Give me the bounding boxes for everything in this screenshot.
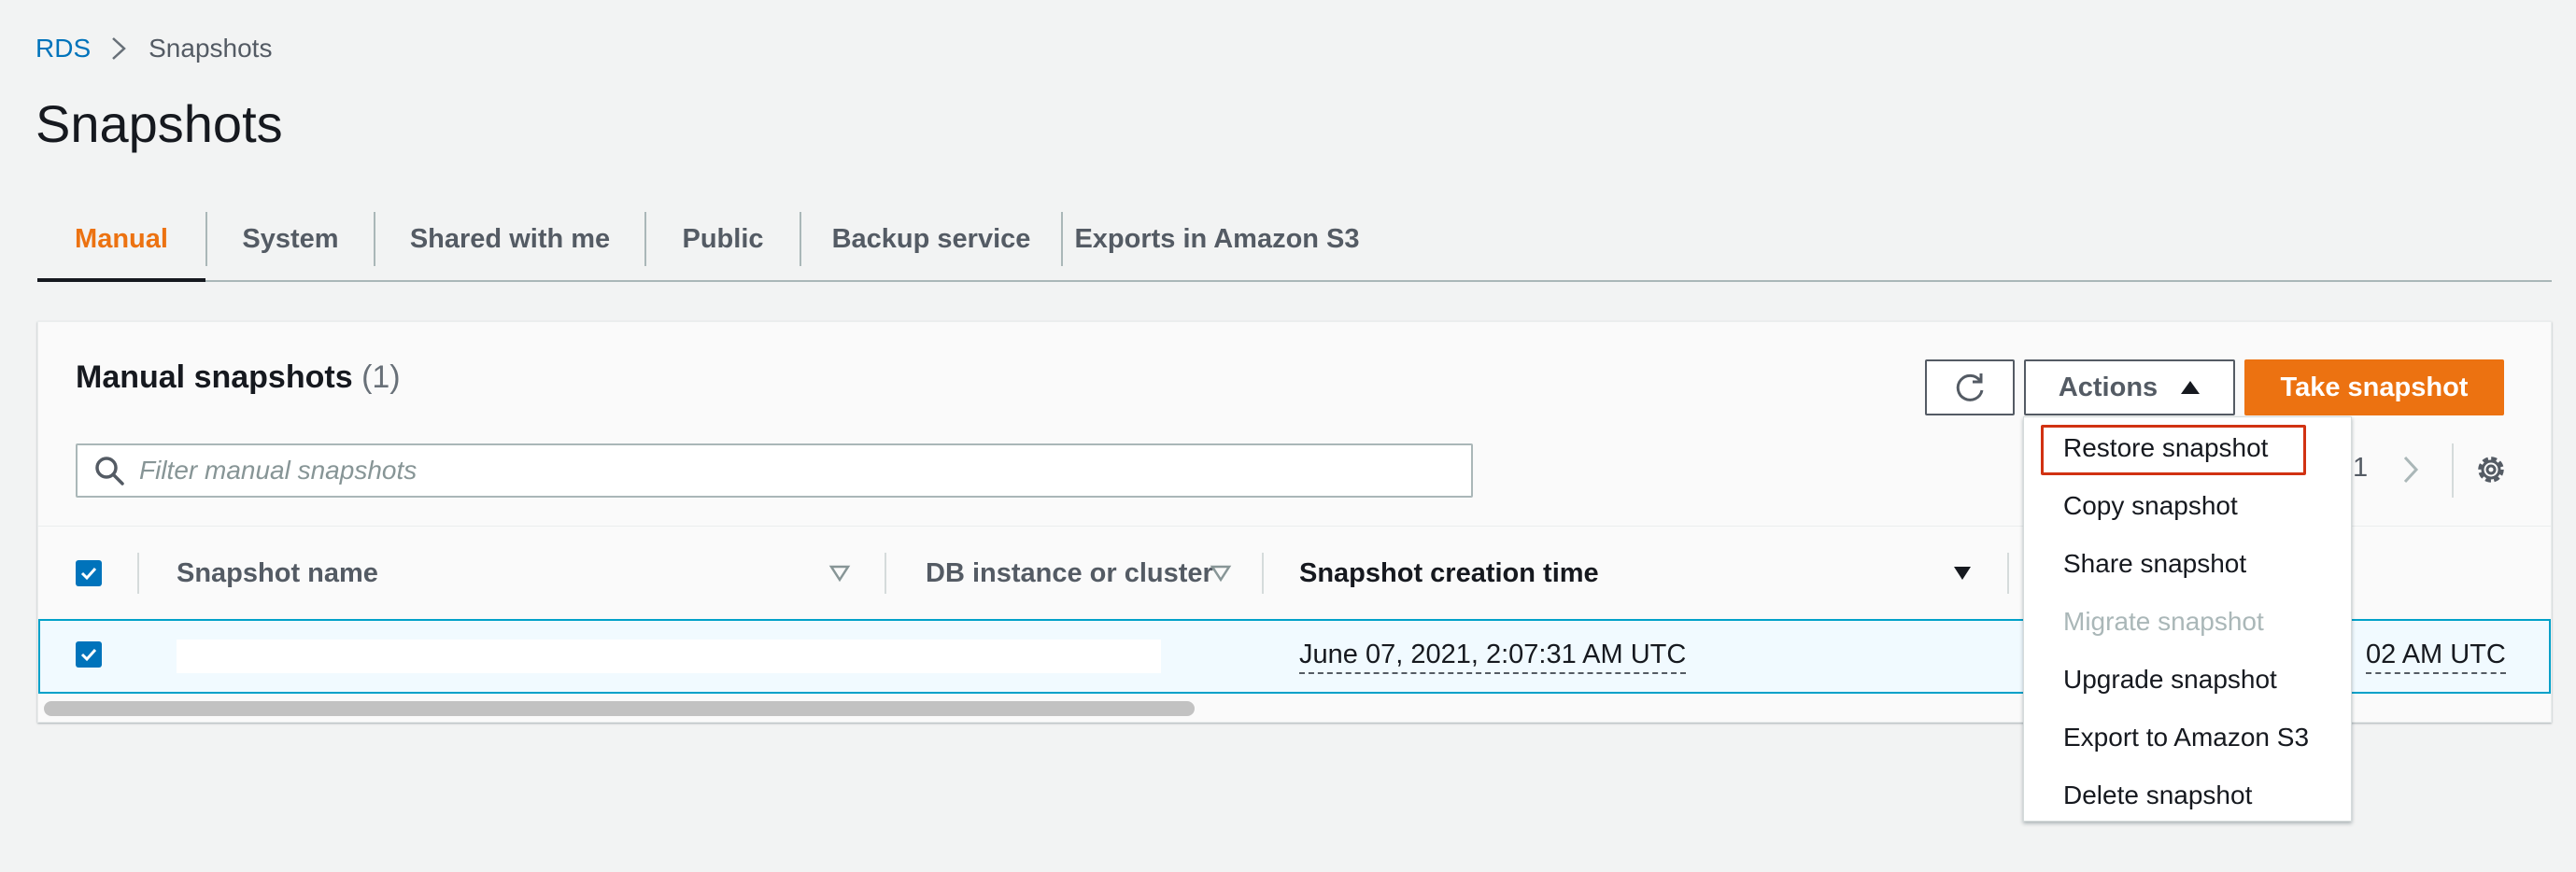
- column-divider: [137, 553, 139, 594]
- chevron-right-icon: [2403, 456, 2419, 484]
- column-divider: [885, 553, 886, 594]
- tab-system[interactable]: System: [207, 198, 374, 280]
- menu-item-label: Share snapshot: [2063, 549, 2247, 578]
- tab-public[interactable]: Public: [646, 198, 800, 280]
- menu-item-export-to-amazon-s3[interactable]: Export to Amazon S3: [2024, 709, 2351, 767]
- page-number[interactable]: 1: [2353, 453, 2368, 484]
- actions-button-label: Actions: [2058, 372, 2158, 402]
- actions-dropdown-menu: Restore snapshot Copy snapshot Share sna…: [2023, 416, 2352, 822]
- column-header-db-instance[interactable]: DB instance or cluster: [926, 527, 1213, 620]
- hidden-column-cell: 02 AM UTC: [2366, 621, 2506, 692]
- menu-item-label: Restore snapshot: [2063, 433, 2269, 462]
- menu-item-label: Copy snapshot: [2063, 491, 2238, 520]
- tab-exports-in-amazon-s3[interactable]: Exports in Amazon S3: [1063, 198, 1371, 280]
- column-header-snapshot-name[interactable]: Snapshot name: [177, 527, 378, 620]
- panel-title-text: Manual snapshots: [76, 359, 353, 395]
- tab-backup-service[interactable]: Backup service: [801, 198, 1061, 280]
- actions-button[interactable]: Actions: [2024, 359, 2235, 415]
- sort-triangle-icon[interactable]: [1210, 562, 1232, 584]
- rds-snapshots-page: RDS Snapshots Snapshots Manual System Sh…: [0, 0, 2576, 872]
- filter-manual-snapshots-input[interactable]: [139, 456, 1447, 485]
- filter-search-box: [76, 443, 1473, 498]
- creation-time-value: June 07, 2021, 2:07:31 AM UTC: [1299, 640, 1687, 674]
- breadcrumb-rds-link[interactable]: RDS: [35, 34, 91, 63]
- column-header-creation-time[interactable]: Snapshot creation time: [1299, 527, 1599, 620]
- sort-triangle-icon[interactable]: [828, 562, 851, 584]
- menu-item-share-snapshot[interactable]: Share snapshot: [2024, 535, 2351, 593]
- tab-manual[interactable]: Manual: [37, 198, 205, 282]
- snapshot-name-cell-redacted: [177, 640, 1161, 673]
- chevron-right-icon: [111, 35, 128, 62]
- menu-item-label: Migrate snapshot: [2063, 607, 2264, 636]
- page-title: Snapshots: [35, 94, 283, 153]
- breadcrumb-current: Snapshots: [149, 34, 273, 63]
- scrollbar-thumb[interactable]: [44, 701, 1195, 716]
- refresh-icon: [1956, 373, 1984, 401]
- checkbox-checked-icon: [80, 567, 97, 581]
- menu-item-upgrade-snapshot[interactable]: Upgrade snapshot: [2024, 651, 2351, 709]
- pager-divider: [2452, 443, 2454, 498]
- menu-item-copy-snapshot[interactable]: Copy snapshot: [2024, 477, 2351, 535]
- panel-title: Manual snapshots (1): [76, 359, 401, 396]
- refresh-button[interactable]: [1925, 359, 2015, 415]
- breadcrumb: RDS Snapshots: [35, 34, 272, 63]
- menu-item-restore-snapshot[interactable]: Restore snapshot: [2024, 419, 2351, 477]
- column-divider: [1262, 553, 1264, 594]
- menu-item-delete-snapshot[interactable]: Delete snapshot: [2024, 767, 2351, 824]
- snapshot-tabs: Manual System Shared with me Public Back…: [37, 198, 2552, 282]
- take-snapshot-button[interactable]: Take snapshot: [2244, 359, 2504, 415]
- next-page-button[interactable]: [2394, 449, 2427, 490]
- menu-item-migrate-snapshot: Migrate snapshot: [2024, 593, 2351, 651]
- creation-time-cell: June 07, 2021, 2:07:31 AM UTC: [1299, 621, 1687, 692]
- menu-item-label: Export to Amazon S3: [2063, 723, 2310, 752]
- select-all-checkbox[interactable]: [76, 560, 102, 586]
- tab-shared-with-me[interactable]: Shared with me: [375, 198, 644, 280]
- row-checkbox[interactable]: [76, 641, 102, 668]
- snapshot-count: (1): [361, 359, 401, 395]
- caret-up-icon: [2181, 381, 2201, 394]
- partial-time-value: 02 AM UTC: [2366, 640, 2506, 674]
- menu-item-label: Upgrade snapshot: [2063, 665, 2277, 694]
- menu-item-label: Delete snapshot: [2063, 781, 2253, 809]
- column-divider: [2007, 553, 2009, 594]
- checkbox-checked-icon: [80, 648, 97, 662]
- sort-descending-icon[interactable]: [1951, 562, 1974, 584]
- search-icon: [95, 457, 124, 485]
- gear-icon[interactable]: [2472, 451, 2510, 488]
